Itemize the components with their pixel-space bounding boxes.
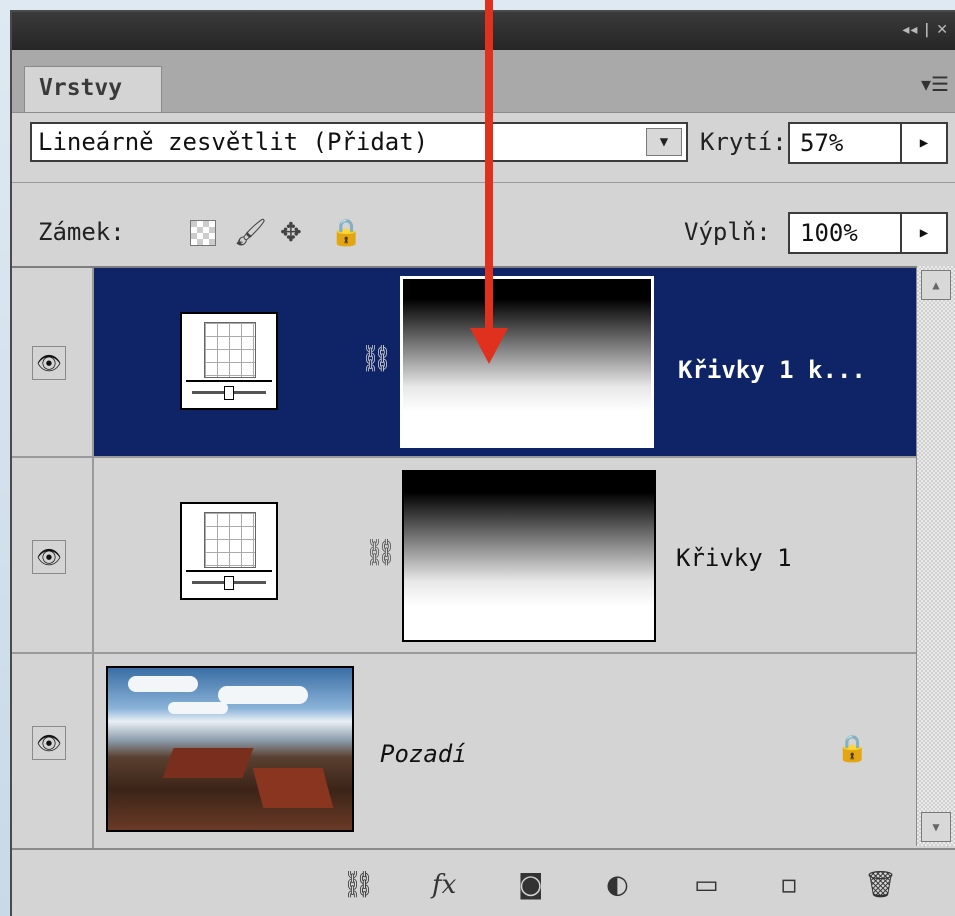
fill-label: Výplň: (684, 218, 771, 246)
lock-label: Zámek: (38, 218, 125, 246)
roof (252, 768, 334, 808)
tab-layers[interactable]: Vrstvy (24, 66, 162, 112)
curves-grid (204, 322, 256, 378)
new-layer-icon[interactable]: ▫ (780, 870, 798, 900)
blend-row: Lineárně zesvětlit (Přidat) ▼ Krytí: 57%… (12, 112, 955, 174)
panel-controls[interactable]: ◂◂ | ✕ (902, 22, 949, 38)
curves-slider (186, 570, 272, 594)
eye-icon[interactable]: 👁 (32, 346, 66, 380)
brush-icon[interactable]: 🖌 (234, 218, 267, 248)
lock-transparency-icon[interactable] (190, 220, 216, 246)
layer-mask-thumbnail[interactable] (402, 470, 656, 642)
layer-row[interactable]: 👁 ⛓ Křivky 1 (12, 458, 916, 654)
link-layers-icon[interactable]: ⛓ (342, 870, 375, 900)
layer-content[interactable]: Pozadí 🔒 (94, 654, 916, 848)
chevron-down-icon[interactable]: ▼ (646, 128, 682, 156)
tab-row: Vrstvy ▾☰ (12, 50, 955, 113)
scroll-up-icon[interactable]: ▲ (921, 270, 951, 300)
curves-grid (204, 512, 256, 568)
add-mask-icon[interactable]: ◙ (518, 870, 543, 900)
annotation-arrow-head (470, 328, 508, 364)
panel-footer: ⛓ fx ◙ ◐ ▭ ▫ 🗑 (12, 848, 955, 916)
curves-slider (186, 380, 272, 404)
scroll-down-icon[interactable]: ▼ (921, 812, 951, 842)
layer-row[interactable]: 👁 Pozadí 🔒 (12, 654, 916, 848)
layers-scrollbar[interactable]: ▲ ▼ (916, 266, 955, 846)
fill-value[interactable]: 100% (800, 219, 858, 247)
fill-field[interactable]: 100% ▶ (788, 212, 948, 254)
trash-icon[interactable]: 🗑 (864, 870, 897, 900)
roof (162, 748, 254, 778)
layer-row[interactable]: 👁 ⛓ Křivky 1 k... (12, 268, 916, 458)
layer-name[interactable]: Křivky 1 k... (678, 356, 866, 384)
blend-mode-select[interactable]: Lineárně zesvětlit (Přidat) ▼ (30, 122, 688, 162)
curves-adjustment-icon[interactable] (180, 502, 278, 600)
folder-icon[interactable]: ▭ (694, 870, 719, 900)
cloud (218, 686, 308, 704)
visibility-column: 👁 (12, 654, 94, 848)
blend-mode-value: Lineárně zesvětlit (Přidat) (38, 128, 429, 156)
fill-slider-button[interactable]: ▶ (900, 214, 946, 252)
opacity-label: Krytí: (700, 128, 787, 156)
divider (12, 182, 955, 183)
lock-row: Zámek: 🖌 ✥ 🔒 Výplň: 100% ▶ (12, 196, 955, 268)
opacity-slider-button[interactable]: ▶ (900, 124, 946, 162)
annotation-arrow (485, 0, 493, 340)
layer-content[interactable]: ⛓ Křivky 1 (94, 458, 916, 652)
chain-link-icon[interactable]: ⛓ (364, 538, 397, 568)
layer-mask-thumbnail[interactable] (400, 276, 654, 448)
curves-adjustment-icon[interactable] (180, 312, 278, 410)
layer-name[interactable]: Pozadí (380, 740, 467, 768)
panel-title-bar[interactable]: ◂◂ | ✕ (12, 12, 955, 50)
layers-list: 👁 ⛓ Křivky 1 k... 👁 ⛓ Křivky 1 👁 Pozadí … (12, 266, 916, 848)
layers-panel: ◂◂ | ✕ Vrstvy ▾☰ Lineárně zesvětlit (Při… (10, 10, 955, 916)
adjustment-layer-icon[interactable]: ◐ (606, 870, 629, 900)
chain-link-icon[interactable]: ⛓ (360, 344, 393, 374)
visibility-column: 👁 (12, 458, 94, 652)
cloud (168, 702, 228, 714)
opacity-field[interactable]: 57% ▶ (788, 122, 948, 164)
layer-name[interactable]: Křivky 1 (676, 544, 792, 572)
layer-thumbnail[interactable] (106, 666, 354, 832)
opacity-value[interactable]: 57% (800, 129, 843, 157)
cloud (128, 676, 198, 692)
fx-icon[interactable]: fx (432, 870, 456, 900)
panel-menu-icon[interactable]: ▾☰ (921, 72, 949, 96)
lock-icon[interactable]: 🔒 (330, 218, 362, 248)
eye-icon[interactable]: 👁 (32, 726, 66, 760)
lock-icon: 🔒 (836, 734, 869, 764)
move-icon[interactable]: ✥ (280, 218, 302, 248)
visibility-column: 👁 (12, 268, 94, 456)
eye-icon[interactable]: 👁 (32, 540, 66, 574)
